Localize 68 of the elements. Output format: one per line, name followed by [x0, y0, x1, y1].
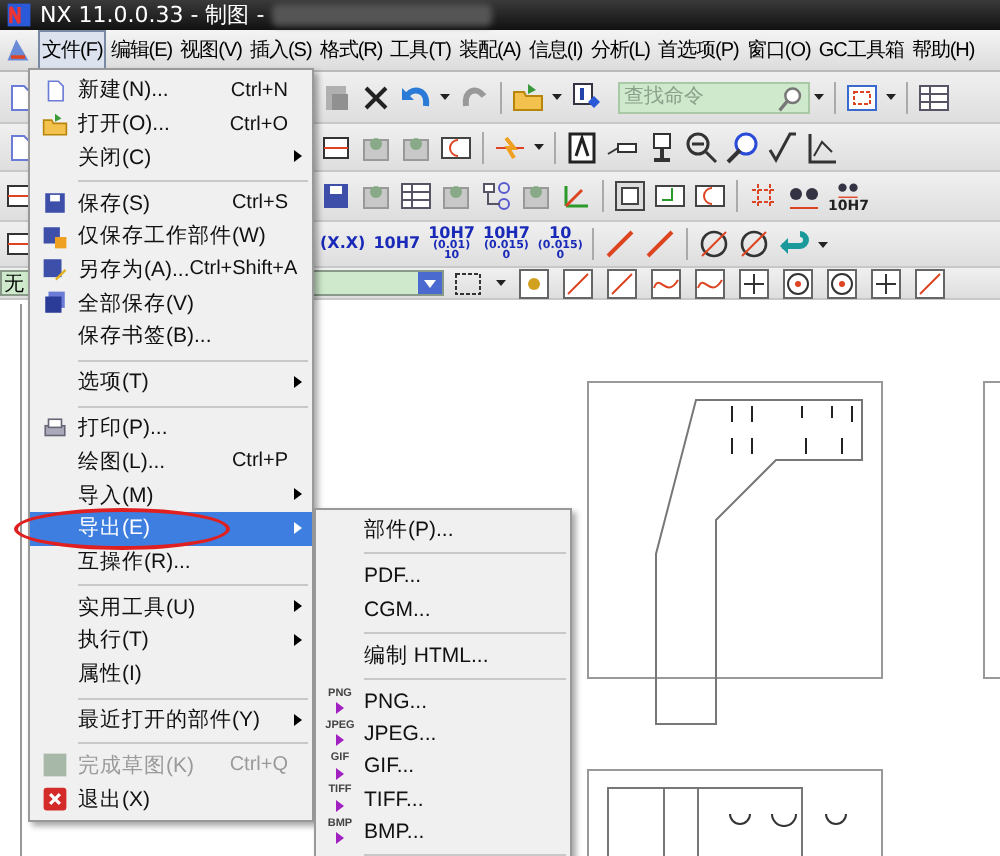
- export-menu-item[interactable]: 部件(P)...: [316, 514, 570, 547]
- file-menu-item[interactable]: 退出(X): [30, 782, 312, 816]
- menu-item[interactable]: 视图(V): [176, 30, 246, 70]
- line-tool[interactable]: [604, 228, 637, 260]
- file-menu-item[interactable]: 属性(I): [30, 657, 312, 691]
- file-menu-item[interactable]: 执行(T): [30, 624, 312, 658]
- section-view-tool[interactable]: [320, 131, 352, 163]
- file-menu-item[interactable]: 保存(S) Ctrl+S: [30, 186, 312, 220]
- menu-item[interactable]: 工具(T): [386, 30, 455, 70]
- file-menu-item[interactable]: 互操作(R)...: [30, 545, 312, 579]
- menu-item[interactable]: 格式(R): [315, 30, 387, 70]
- hatch-tool[interactable]: [614, 180, 646, 212]
- menu-item[interactable]: 帮助(H): [907, 30, 979, 70]
- file-menu-item[interactable]: 新建(N)... Ctrl+N: [30, 74, 312, 108]
- dropdown-caret-icon[interactable]: [496, 280, 506, 286]
- info-tool[interactable]: [570, 81, 602, 113]
- grid-tool[interactable]: [748, 180, 780, 212]
- export-menu-item[interactable]: CGM...: [316, 592, 570, 626]
- dimension-format-tool[interactable]: (X.X): [316, 236, 370, 252]
- file-menu-item[interactable]: 绘图(L)... Ctrl+P: [30, 444, 312, 479]
- file-menu-item[interactable]: 实用工具(U): [30, 590, 312, 625]
- dropdown-caret-icon[interactable]: [534, 144, 544, 150]
- dimension-format-tool[interactable]: 10H7: [369, 236, 425, 252]
- exit-icon: [41, 786, 67, 813]
- file-menu-item[interactable]: 全部保存(V): [30, 286, 312, 321]
- tabular-note-tool[interactable]: [400, 180, 432, 212]
- window-title: NX 11.0.0.33 - 制图 -: [40, 0, 265, 30]
- save-as-icon: [41, 256, 67, 283]
- app-logo-icon: [6, 2, 32, 28]
- delete-tool[interactable]: [360, 81, 392, 113]
- file-menu-item[interactable]: 导出(E): [30, 511, 312, 546]
- save-work-part-icon: [41, 223, 67, 250]
- zoom-out-tool[interactable]: [686, 131, 718, 163]
- file-menu-item[interactable]: 另存为(A)...Ctrl+Shift+A: [30, 253, 312, 287]
- file-menu-item[interactable]: 最近打开的部件(Y): [30, 703, 312, 737]
- dropdown-caret-icon[interactable]: [886, 94, 896, 100]
- save-all-icon: [41, 290, 67, 317]
- menu-item[interactable]: 窗口(O): [742, 30, 815, 70]
- file-menu-item[interactable]: 打印(P)...: [30, 411, 312, 445]
- menu-item[interactable]: 编辑(E): [106, 30, 177, 70]
- break-view-tool[interactable]: [440, 131, 472, 163]
- export-menu-item[interactable]: 编制 HTML...: [316, 639, 570, 672]
- menu-item[interactable]: 信息(I): [524, 30, 587, 70]
- search-field[interactable]: 查找命令: [618, 81, 810, 113]
- file-menu-item[interactable]: 选项(T): [30, 365, 312, 400]
- file-menu-item[interactable]: 打开(O)... Ctrl+O: [30, 107, 312, 141]
- folder-icon: [41, 111, 67, 138]
- menu-item[interactable]: 首选项(P): [654, 30, 743, 70]
- search-icon: [778, 85, 804, 111]
- fit-view-tool[interactable]: [846, 81, 878, 113]
- dropdown-caret-icon[interactable]: [814, 94, 824, 100]
- menu-item[interactable]: GC工具箱: [814, 30, 908, 70]
- dropdown-caret-icon[interactable]: [440, 94, 450, 100]
- file-menu-item[interactable]: 导入(M): [30, 478, 312, 512]
- file-menu-item[interactable]: 仅保存工作部件(W): [30, 219, 312, 254]
- dropdown-caret-icon[interactable]: [818, 241, 829, 247]
- selection-tool[interactable]: [452, 267, 484, 299]
- menu-item[interactable]: 文件(F): [38, 30, 107, 70]
- note-tool[interactable]: [566, 131, 598, 163]
- menu-item[interactable]: 分析(L): [586, 30, 655, 70]
- export-menu-item[interactable]: PDF...: [316, 560, 570, 593]
- dropdown-caret-icon[interactable]: [552, 94, 562, 100]
- file-menu-item[interactable]: 保存书签(B)...: [30, 320, 312, 354]
- save-icon: [41, 190, 67, 217]
- filter-value: 无: [4, 271, 24, 297]
- printer-icon: [41, 415, 67, 442]
- menu-item[interactable]: 插入(S): [245, 30, 316, 70]
- menu-item[interactable]: 装配(A): [454, 30, 525, 70]
